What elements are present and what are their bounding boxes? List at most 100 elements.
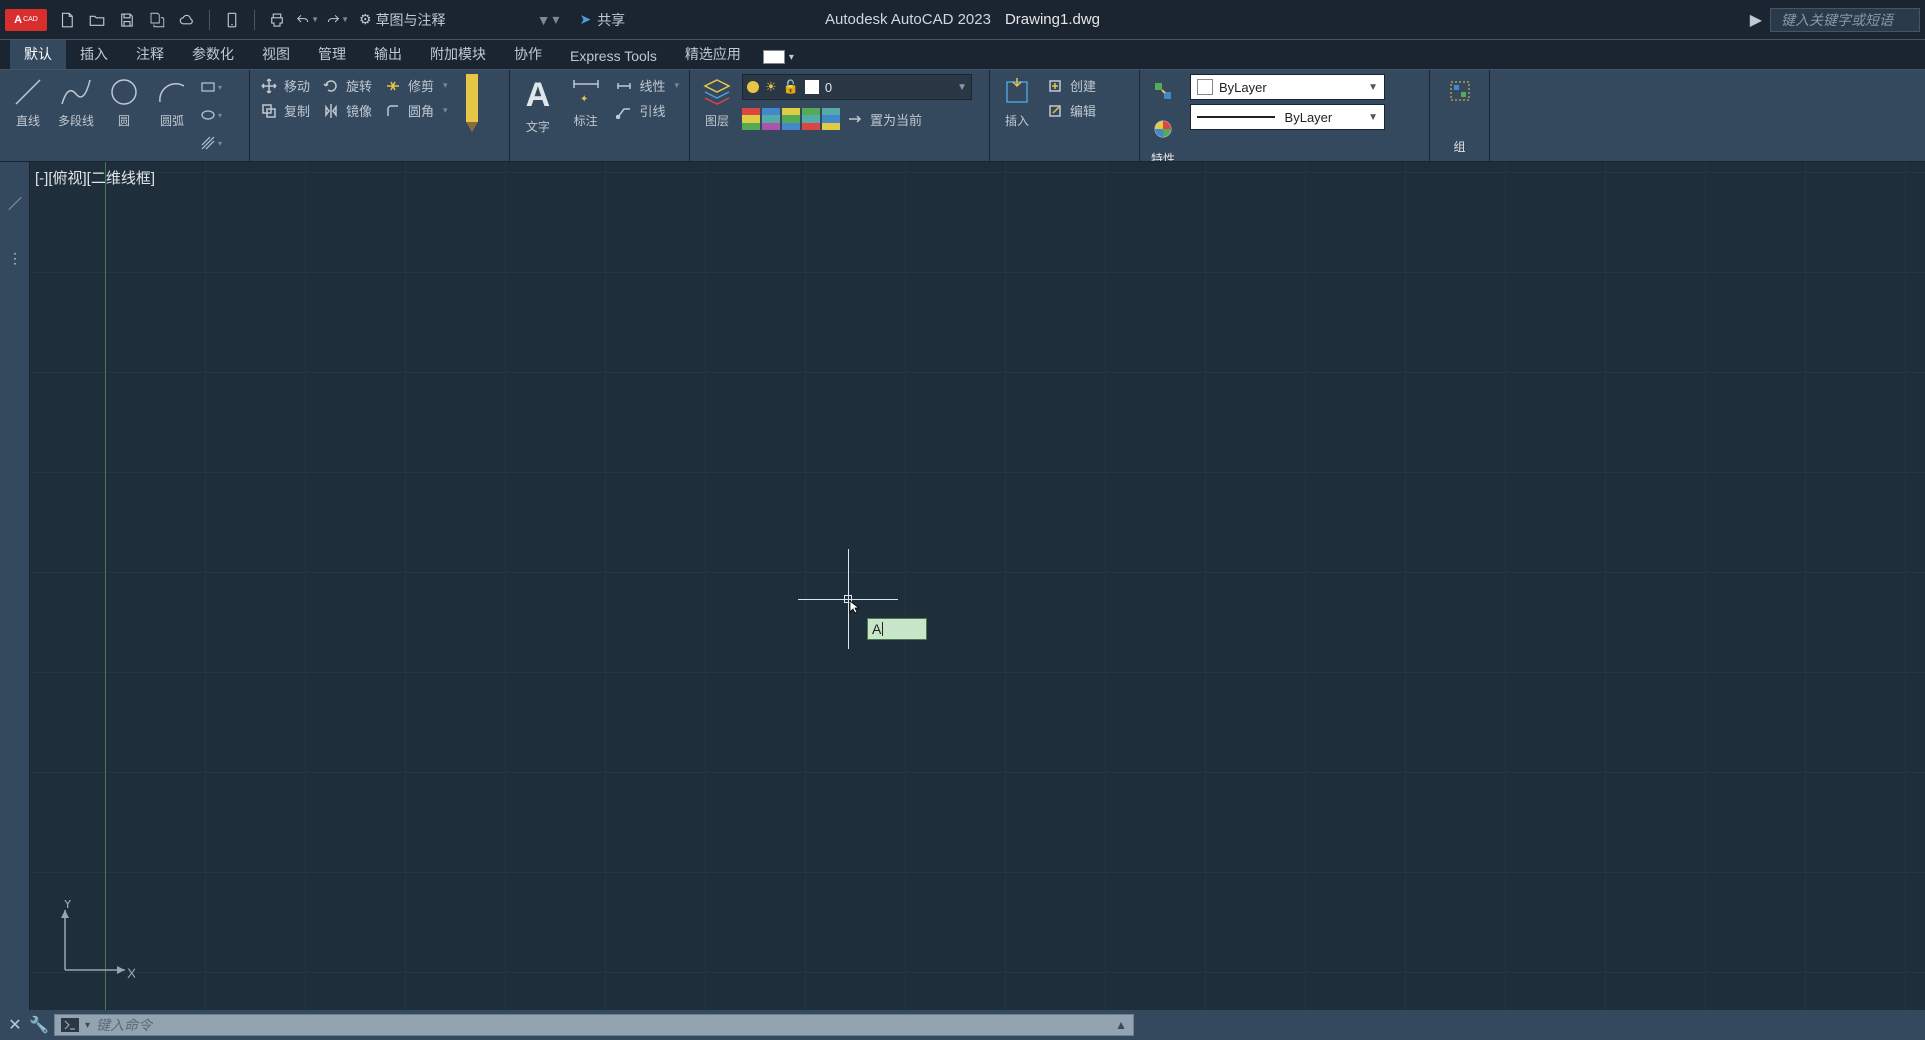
- drawing-area[interactable]: ／ ⋮ [-][俯视][二维线框] Y X A: [0, 162, 1925, 1010]
- quick-access-toolbar: ▼ ▼: [55, 8, 349, 32]
- match-props-icon[interactable]: [1146, 74, 1180, 108]
- tool-rectangle[interactable]: ▾: [198, 74, 224, 100]
- search-input[interactable]: 键入关键字或短语: [1770, 8, 1920, 32]
- dynamic-input[interactable]: A: [867, 618, 927, 640]
- tool-edit-block[interactable]: 编辑: [1042, 99, 1100, 122]
- chevron-down-icon: ▼: [1368, 82, 1378, 93]
- props-label: 特性: [1151, 150, 1175, 162]
- tab-featured-apps[interactable]: 精选应用: [671, 39, 755, 69]
- layer-tool-5[interactable]: [822, 108, 840, 130]
- share-icon: ➤: [579, 11, 591, 28]
- construction-line-vertical: [105, 162, 106, 1010]
- tool-polyline[interactable]: 多段线: [54, 74, 98, 129]
- tool-fillet[interactable]: 圆角▾: [380, 99, 452, 122]
- saveas-icon[interactable]: [145, 8, 169, 32]
- tool-leader[interactable]: 引线: [611, 99, 683, 122]
- insert-block-icon: [999, 74, 1035, 110]
- workspace-selector[interactable]: ⚙ 草图与注释 ▼ ▾: [359, 10, 559, 30]
- tool-text[interactable]: A 文字: [516, 74, 560, 135]
- arc-icon: [154, 74, 190, 110]
- copy-icon: [260, 102, 278, 120]
- cloud-icon[interactable]: [175, 8, 199, 32]
- tool-fillet-label: 圆角: [408, 101, 434, 120]
- tab-insert[interactable]: 插入: [66, 39, 122, 69]
- workspace-label: 草图与注释: [376, 10, 531, 30]
- tab-collaborate[interactable]: 协作: [500, 39, 556, 69]
- color-value: ByLayer: [1219, 80, 1368, 95]
- tab-express-tools[interactable]: Express Tools: [556, 43, 671, 69]
- tool-copy[interactable]: 复制: [256, 99, 314, 122]
- expand-search-icon[interactable]: ▶: [1750, 10, 1762, 30]
- tool-trim-label: 修剪: [408, 76, 434, 95]
- undo-icon[interactable]: ▼: [295, 8, 319, 32]
- app-logo[interactable]: A CAD: [5, 9, 47, 31]
- ribbon-minimize[interactable]: ▾: [755, 45, 802, 69]
- tab-annotate[interactable]: 注释: [122, 39, 178, 69]
- create-block-icon: [1046, 77, 1064, 95]
- tab-output[interactable]: 输出: [360, 39, 416, 69]
- tab-default[interactable]: 默认: [10, 39, 66, 69]
- lineweight-dropdown[interactable]: ByLayer ▼: [1190, 104, 1385, 130]
- group-icon[interactable]: [1443, 74, 1477, 108]
- layer-unlock-icon: 🔓: [783, 79, 799, 95]
- layer-dropdown[interactable]: ☀ 🔓 0 ▼: [742, 74, 972, 100]
- tool-linetype-dim[interactable]: 线性▾: [611, 74, 683, 97]
- tool-circle[interactable]: 圆: [102, 74, 146, 129]
- share-button[interactable]: ➤ 共享: [579, 10, 625, 30]
- linear-dim-icon: [615, 77, 633, 95]
- chevron-down-icon: ▾: [552, 11, 559, 28]
- panel-properties: 特性 ByLayer ▼ ByLayer ▼: [1140, 70, 1430, 161]
- cmdline-expand-icon[interactable]: ▲: [1115, 1018, 1127, 1032]
- viewport-label[interactable]: [-][俯视][二维线框]: [35, 167, 155, 188]
- color-wheel-icon[interactable]: [1146, 112, 1180, 146]
- save-icon[interactable]: [115, 8, 139, 32]
- command-input[interactable]: ▾ 键入命令 ▲: [54, 1014, 1134, 1036]
- tab-addins[interactable]: 附加模块: [416, 39, 500, 69]
- tool-trim[interactable]: 修剪▾: [380, 74, 452, 97]
- chevron-down-icon[interactable]: ▾: [85, 1020, 90, 1031]
- sidebar-item-start[interactable]: ／: [3, 192, 27, 216]
- tool-create-block[interactable]: 创建: [1042, 74, 1100, 97]
- tool-hatch[interactable]: ▾: [198, 130, 224, 156]
- new-file-icon[interactable]: [55, 8, 79, 32]
- mirror-icon: [322, 102, 340, 120]
- layer-tool-1[interactable]: [742, 108, 760, 130]
- tab-manage[interactable]: 管理: [304, 39, 360, 69]
- tool-arc[interactable]: 圆弧: [150, 74, 194, 129]
- current-layer-name: 0: [825, 80, 951, 95]
- plot-mobile-icon[interactable]: [220, 8, 244, 32]
- tool-layer-properties[interactable]: 图层: [696, 74, 738, 129]
- pencil-icon[interactable]: [462, 74, 482, 138]
- line-icon: [10, 74, 46, 110]
- print-icon[interactable]: [265, 8, 289, 32]
- tool-mirror[interactable]: 镜像: [318, 99, 376, 122]
- layer-tool-4[interactable]: [802, 108, 820, 130]
- layer-tool-2[interactable]: [762, 108, 780, 130]
- tool-ellipse[interactable]: ▾: [198, 102, 224, 128]
- lineweight-preview: [1197, 116, 1275, 118]
- tab-view[interactable]: 视图: [248, 39, 304, 69]
- panel-layers: 图层 ☀ 🔓 0 ▼ 置为当前: [690, 70, 990, 161]
- tool-rotate-label: 旋转: [346, 76, 372, 95]
- edit-block-icon: [1046, 102, 1064, 120]
- tool-insert-block[interactable]: 插入: [996, 74, 1038, 129]
- redo-icon[interactable]: ▼: [325, 8, 349, 32]
- tool-line[interactable]: 直线: [6, 74, 50, 129]
- group-label: 组: [1453, 138, 1465, 155]
- tool-move[interactable]: 移动: [256, 74, 314, 97]
- cmdline-settings-icon[interactable]: 🔧: [30, 1016, 48, 1034]
- panel-draw: 直线 多段线 圆 圆弧 ▾ ▾ ▾: [0, 70, 250, 161]
- color-dropdown[interactable]: ByLayer ▼: [1190, 74, 1385, 100]
- sidebar-item-2[interactable]: ⋮: [3, 246, 27, 270]
- panel-modify: 移动 复制 旋转 镜像 修剪▾ 圆角▾: [250, 70, 510, 161]
- tool-dimension[interactable]: ✦ 标注: [564, 74, 608, 129]
- tab-parametric[interactable]: 参数化: [178, 39, 248, 69]
- panel-block: 插入 创建 编辑: [990, 70, 1140, 161]
- layer-tool-3[interactable]: [782, 108, 800, 130]
- rotate-icon: [322, 77, 340, 95]
- tool-set-current-layer[interactable]: 置为当前: [842, 108, 926, 130]
- open-file-icon[interactable]: [85, 8, 109, 32]
- tool-circle-label: 圆: [118, 112, 130, 129]
- cmdline-close-icon[interactable]: ✕: [6, 1016, 24, 1034]
- tool-rotate[interactable]: 旋转: [318, 74, 376, 97]
